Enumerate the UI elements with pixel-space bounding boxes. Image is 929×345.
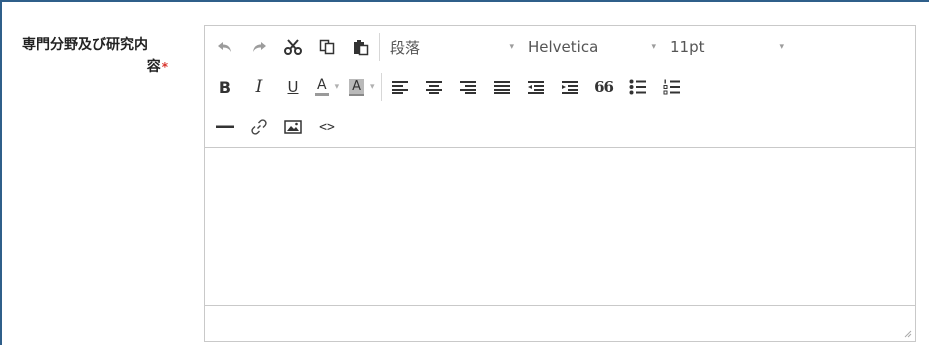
toolbar-separator (380, 73, 382, 101)
paragraph-format-value: 段落 (390, 38, 421, 57)
align-left-icon (391, 81, 408, 94)
required-mark: * (161, 60, 168, 74)
blockquote-button[interactable]: 66 (592, 74, 616, 100)
field-label-text2: 容 (146, 59, 161, 75)
align-right-icon (459, 81, 476, 94)
indent-icon (561, 81, 578, 94)
toolbar-row-1: 段落 ▾ Helvetica ▾ 11pt ▾ (205, 32, 784, 62)
outdent-button[interactable] (524, 74, 548, 100)
background-color-button[interactable]: A ▾ (349, 78, 375, 96)
editor-statusbar (205, 305, 915, 341)
redo-icon (253, 42, 266, 52)
font-family-select[interactable]: Helvetica ▾ (514, 34, 656, 60)
resize-handle-icon[interactable] (902, 328, 912, 338)
background-color-icon: A (349, 78, 365, 96)
paste-button[interactable] (349, 34, 373, 60)
insert-image-button[interactable] (281, 114, 305, 140)
field-label-line1: 専門分野及び研究内 (22, 37, 148, 53)
bullet-list-button[interactable] (626, 74, 650, 100)
copy-icon (319, 39, 335, 55)
underline-button[interactable]: U (281, 74, 305, 100)
align-justify-button[interactable] (490, 74, 514, 100)
insert-link-button[interactable] (247, 114, 271, 140)
editor-toolbar: 段落 ▾ Helvetica ▾ 11pt ▾ B I U A ▾ A ▾ 66… (205, 26, 915, 148)
cut-button[interactable] (281, 34, 305, 60)
horizontal-rule-button[interactable] (213, 114, 237, 140)
align-right-button[interactable] (456, 74, 480, 100)
toolbar-row-2: B I U A ▾ A ▾ 66 (205, 72, 684, 102)
paste-icon (354, 39, 369, 55)
numbered-list-button[interactable] (660, 74, 684, 100)
chevron-down-icon: ▾ (779, 42, 784, 52)
bold-button[interactable]: B (213, 74, 237, 100)
paragraph-format-select[interactable]: 段落 ▾ (386, 34, 514, 60)
image-icon (284, 120, 302, 134)
align-center-button[interactable] (422, 74, 446, 100)
italic-button[interactable]: I (247, 74, 271, 100)
font-size-value: 11pt (670, 38, 705, 56)
rich-text-editor: 段落 ▾ Helvetica ▾ 11pt ▾ B I U A ▾ A ▾ 66… (204, 25, 916, 342)
font-family-value: Helvetica (528, 38, 599, 56)
link-icon (251, 119, 267, 135)
field-label-line2: 容* (22, 56, 170, 78)
copy-button[interactable] (315, 34, 339, 60)
chevron-down-icon: ▾ (370, 82, 375, 92)
scissors-icon (284, 39, 302, 55)
text-color-icon: A (315, 78, 329, 96)
code-icon: <> (319, 119, 335, 135)
undo-icon (218, 42, 231, 52)
undo-button[interactable] (213, 34, 237, 60)
editor-content-area[interactable] (205, 148, 915, 306)
indent-button[interactable] (558, 74, 582, 100)
quote-icon: 66 (594, 78, 614, 96)
toolbar-row-3: <> (205, 112, 339, 142)
font-size-select[interactable]: 11pt ▾ (656, 34, 784, 60)
redo-button[interactable] (247, 34, 271, 60)
horizontal-rule-icon (216, 125, 234, 128)
outdent-icon (527, 81, 544, 94)
chevron-down-icon: ▾ (334, 82, 340, 92)
align-left-button[interactable] (388, 74, 412, 100)
code-view-button[interactable]: <> (315, 114, 339, 140)
numbered-list-icon (663, 79, 680, 95)
text-color-button[interactable]: A ▾ (315, 78, 339, 96)
field-label: 専門分野及び研究内 容* (22, 34, 170, 78)
bullet-list-icon (629, 79, 646, 95)
align-justify-icon (493, 81, 510, 94)
align-center-icon (425, 81, 442, 94)
toolbar-separator (379, 33, 380, 61)
